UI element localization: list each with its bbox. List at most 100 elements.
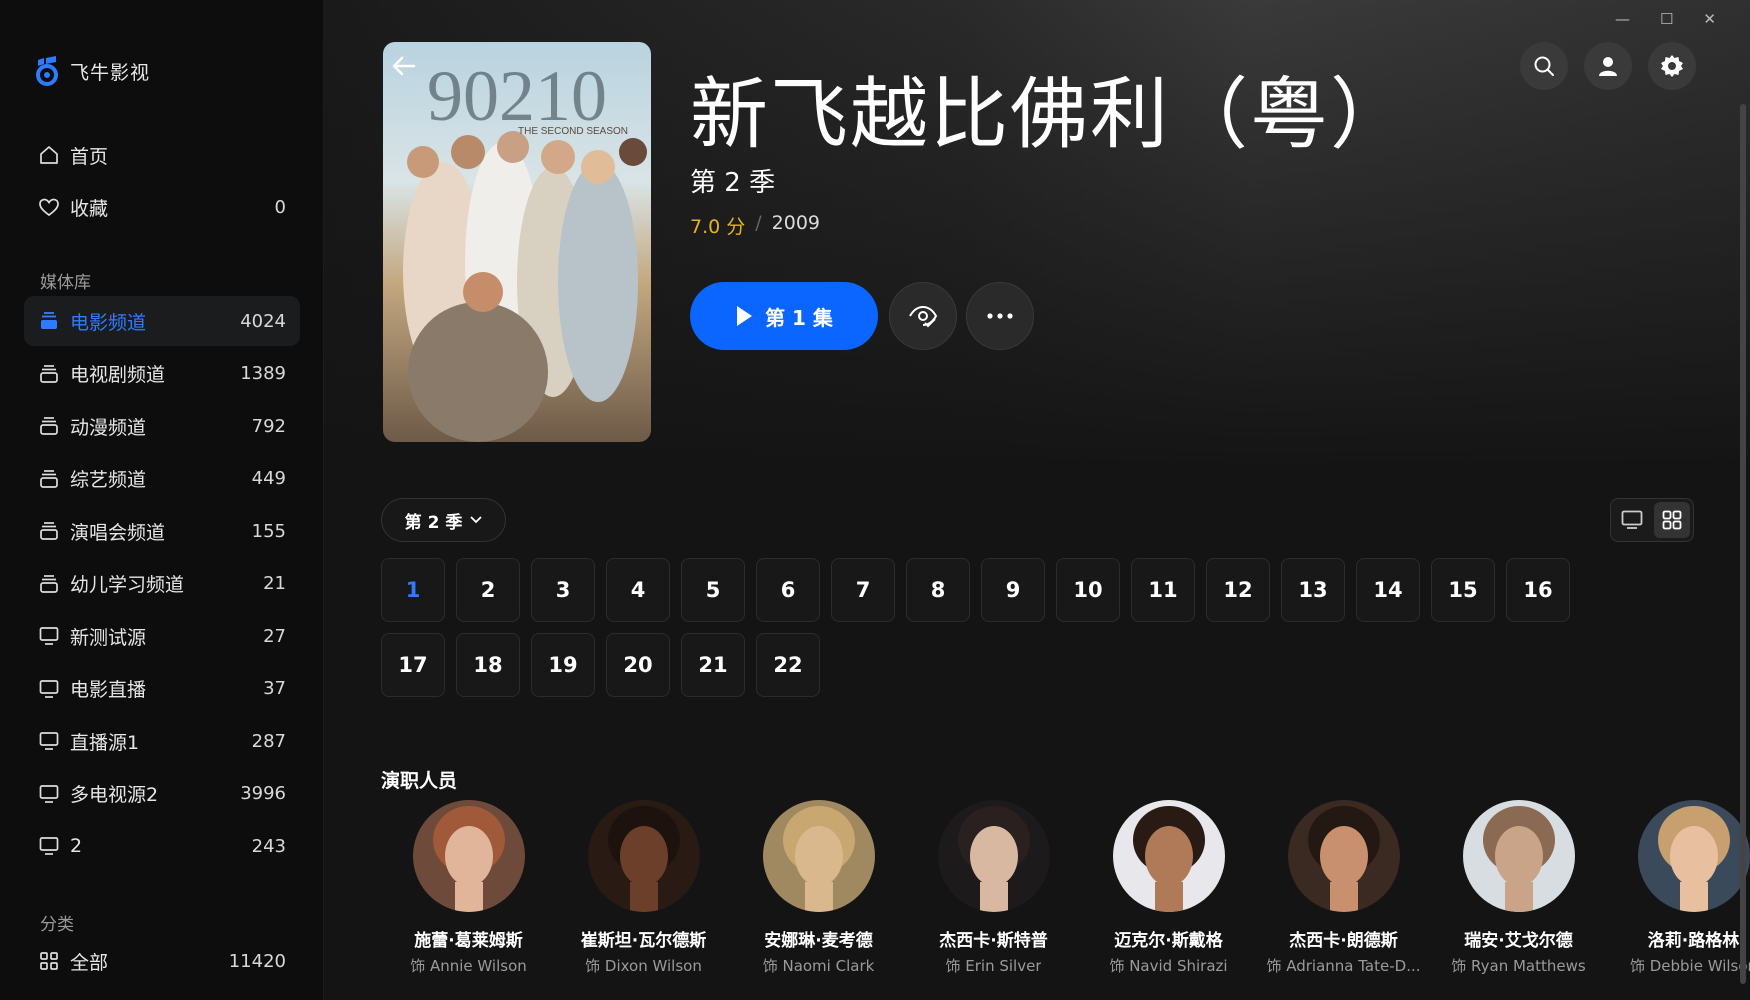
sidebar-item-count: 3996: [240, 783, 286, 804]
cast-role: 饰 Debbie Wilson: [1629, 957, 1750, 975]
monitor-icon: [38, 783, 60, 805]
sidebar-item-label: 电视剧频道: [70, 364, 166, 386]
episode-button[interactable]: 5: [681, 558, 745, 622]
main-nav: 首页 收藏 0: [24, 130, 300, 235]
user-icon: [1599, 57, 1617, 76]
sidebar-item[interactable]: 2 243: [24, 821, 300, 871]
sidebar-item-label: 综艺频道: [70, 469, 147, 491]
cast-role: 饰 Navid Shirazi: [1109, 957, 1228, 975]
cast-member[interactable]: 施蕾·葛莱姆斯饰 Annie Wilson: [381, 800, 556, 976]
sidebar-item[interactable]: 多电视源2 3996: [24, 769, 300, 819]
minimize-icon[interactable]: —: [1615, 10, 1630, 28]
sidebar-item-label: 2: [70, 835, 83, 857]
app-name: 飞牛影视: [70, 61, 151, 84]
cast-name: 施蕾·葛莱姆斯: [414, 931, 523, 951]
sidebar-item-count: 0: [274, 197, 286, 218]
year: 2009: [771, 212, 821, 234]
sidebar-item[interactable]: 直播源1 287: [24, 716, 300, 766]
episode-button[interactable]: 2: [456, 558, 520, 622]
episode-button[interactable]: 15: [1431, 558, 1495, 622]
episode-button[interactable]: 10: [1056, 558, 1120, 622]
season-selector[interactable]: 第 2 季: [381, 498, 506, 542]
stack-icon: [38, 468, 60, 490]
cast-section-title: 演职人员: [381, 770, 458, 792]
search-icon: [1534, 56, 1554, 76]
episode-button[interactable]: 22: [756, 633, 820, 697]
episode-button[interactable]: 1: [381, 558, 445, 622]
sidebar-item-count: 792: [251, 415, 286, 437]
cast-member[interactable]: 杰西卡·朗德斯饰 Adrianna Tate-D...: [1256, 800, 1431, 976]
brand[interactable]: 飞牛影视: [34, 56, 150, 86]
close-icon[interactable]: ✕: [1703, 10, 1716, 28]
home-icon: [38, 144, 60, 166]
cast-member[interactable]: 崔斯坦·瓦尔德斯饰 Dixon Wilson: [556, 800, 731, 976]
more-options-button[interactable]: [966, 282, 1034, 350]
monitor-icon: [38, 835, 60, 857]
maximize-icon[interactable]: ☐: [1660, 10, 1673, 28]
sidebar-item-count: 155: [251, 520, 286, 542]
episode-button[interactable]: 6: [756, 558, 820, 622]
sidebar-item[interactable]: 综艺频道 449: [24, 454, 300, 504]
episode-button[interactable]: 12: [1206, 558, 1270, 622]
avatar: [937, 800, 1050, 912]
app-logo-icon: [36, 56, 58, 86]
sidebar-item-label: 动漫频道: [70, 416, 147, 439]
episode-button[interactable]: 14: [1356, 558, 1420, 622]
sidebar-item[interactable]: 新测试源 27: [24, 611, 300, 661]
episode-button[interactable]: 4: [606, 558, 670, 622]
cast-member[interactable]: 迈克尔·斯戴格饰 Navid Shirazi: [1081, 800, 1256, 976]
grid-view-button[interactable]: [1654, 502, 1690, 538]
library-nav: 电影频道 4024 电视剧频道 1389 动漫频道 792 综艺频道 449 演唱会频道 155 幼…: [24, 296, 300, 874]
sidebar-item[interactable]: 幼儿学习频道 21: [24, 559, 300, 609]
settings-button[interactable]: [1648, 42, 1696, 90]
back-arrow-icon[interactable]: [386, 48, 422, 84]
cast-member[interactable]: 杰西卡·斯特普饰 Erin Silver: [906, 800, 1081, 976]
sidebar-item[interactable]: 首页: [24, 130, 300, 180]
sidebar-item[interactable]: 动漫频道 792: [24, 401, 300, 451]
sidebar: 飞牛影视 首页 收藏 0 媒体库 电影频道 4024 电视剧频道 1389 动漫频道 792 综…: [0, 0, 324, 1000]
episode-button[interactable]: 13: [1281, 558, 1345, 622]
episode-button[interactable]: 21: [681, 633, 745, 697]
episode-button[interactable]: 3: [531, 558, 595, 622]
sidebar-item-count: 449: [251, 468, 286, 489]
mark-watched-button[interactable]: [889, 282, 957, 350]
cast-name: 崔斯坦·瓦尔德斯: [580, 931, 707, 951]
window-controls: — ☐ ✕: [1615, 10, 1716, 28]
episode-button[interactable]: 19: [531, 633, 595, 697]
cast-member[interactable]: 瑞安·艾戈尔德饰 Ryan Matthews: [1431, 800, 1606, 976]
cast-name: 杰西卡·朗德斯: [1289, 931, 1398, 951]
main-content: — ☐ ✕ 90210 THE SECOND SEASON 新飞越比佛利（粤） …: [324, 0, 1750, 1000]
sidebar-item[interactable]: 电影频道 4024: [24, 296, 300, 346]
play-button[interactable]: 第 1 集: [690, 282, 878, 350]
episode-button[interactable]: 18: [456, 633, 520, 697]
sidebar-item-label: 新测试源: [70, 626, 147, 649]
heart-icon: [38, 197, 60, 219]
sidebar-item-count: 243: [251, 835, 286, 857]
scrollbar[interactable]: [1740, 104, 1746, 984]
episode-button[interactable]: 16: [1506, 558, 1570, 622]
episode-button[interactable]: 7: [831, 558, 895, 622]
sidebar-item[interactable]: 收藏 0: [24, 183, 300, 233]
episode-button[interactable]: 11: [1131, 558, 1195, 622]
sidebar-item[interactable]: 演唱会频道 155: [24, 506, 300, 556]
episode-button[interactable]: 8: [906, 558, 970, 622]
list-view-button[interactable]: [1614, 502, 1650, 538]
episode-button[interactable]: 17: [381, 633, 445, 697]
cast-member[interactable]: 洛莉·路格林饰 Debbie Wilson: [1606, 800, 1750, 976]
episode-button[interactable]: 20: [606, 633, 670, 697]
sidebar-item[interactable]: 电影直播 37: [24, 664, 300, 714]
show-meta: 7.0 分 / 2009: [690, 212, 820, 239]
sidebar-item[interactable]: 电视剧频道 1389: [24, 349, 300, 399]
user-button[interactable]: [1584, 42, 1632, 90]
cast-member[interactable]: 安娜琳·麦考德饰 Naomi Clark: [731, 800, 906, 976]
cast-role: 饰 Adrianna Tate-D...: [1266, 957, 1421, 975]
category-nav: 全部 11420: [24, 936, 300, 989]
cast-name: 杰西卡·斯特普: [939, 931, 1048, 951]
sidebar-item[interactable]: 全部 11420: [24, 936, 300, 986]
sidebar-item-count: 4024: [240, 310, 286, 332]
episode-button[interactable]: 9: [981, 558, 1045, 622]
search-button[interactable]: [1520, 42, 1568, 90]
rating: 7.0 分: [690, 216, 746, 238]
meta-separator: /: [755, 212, 762, 234]
sidebar-item-label: 电影直播: [70, 679, 147, 701]
